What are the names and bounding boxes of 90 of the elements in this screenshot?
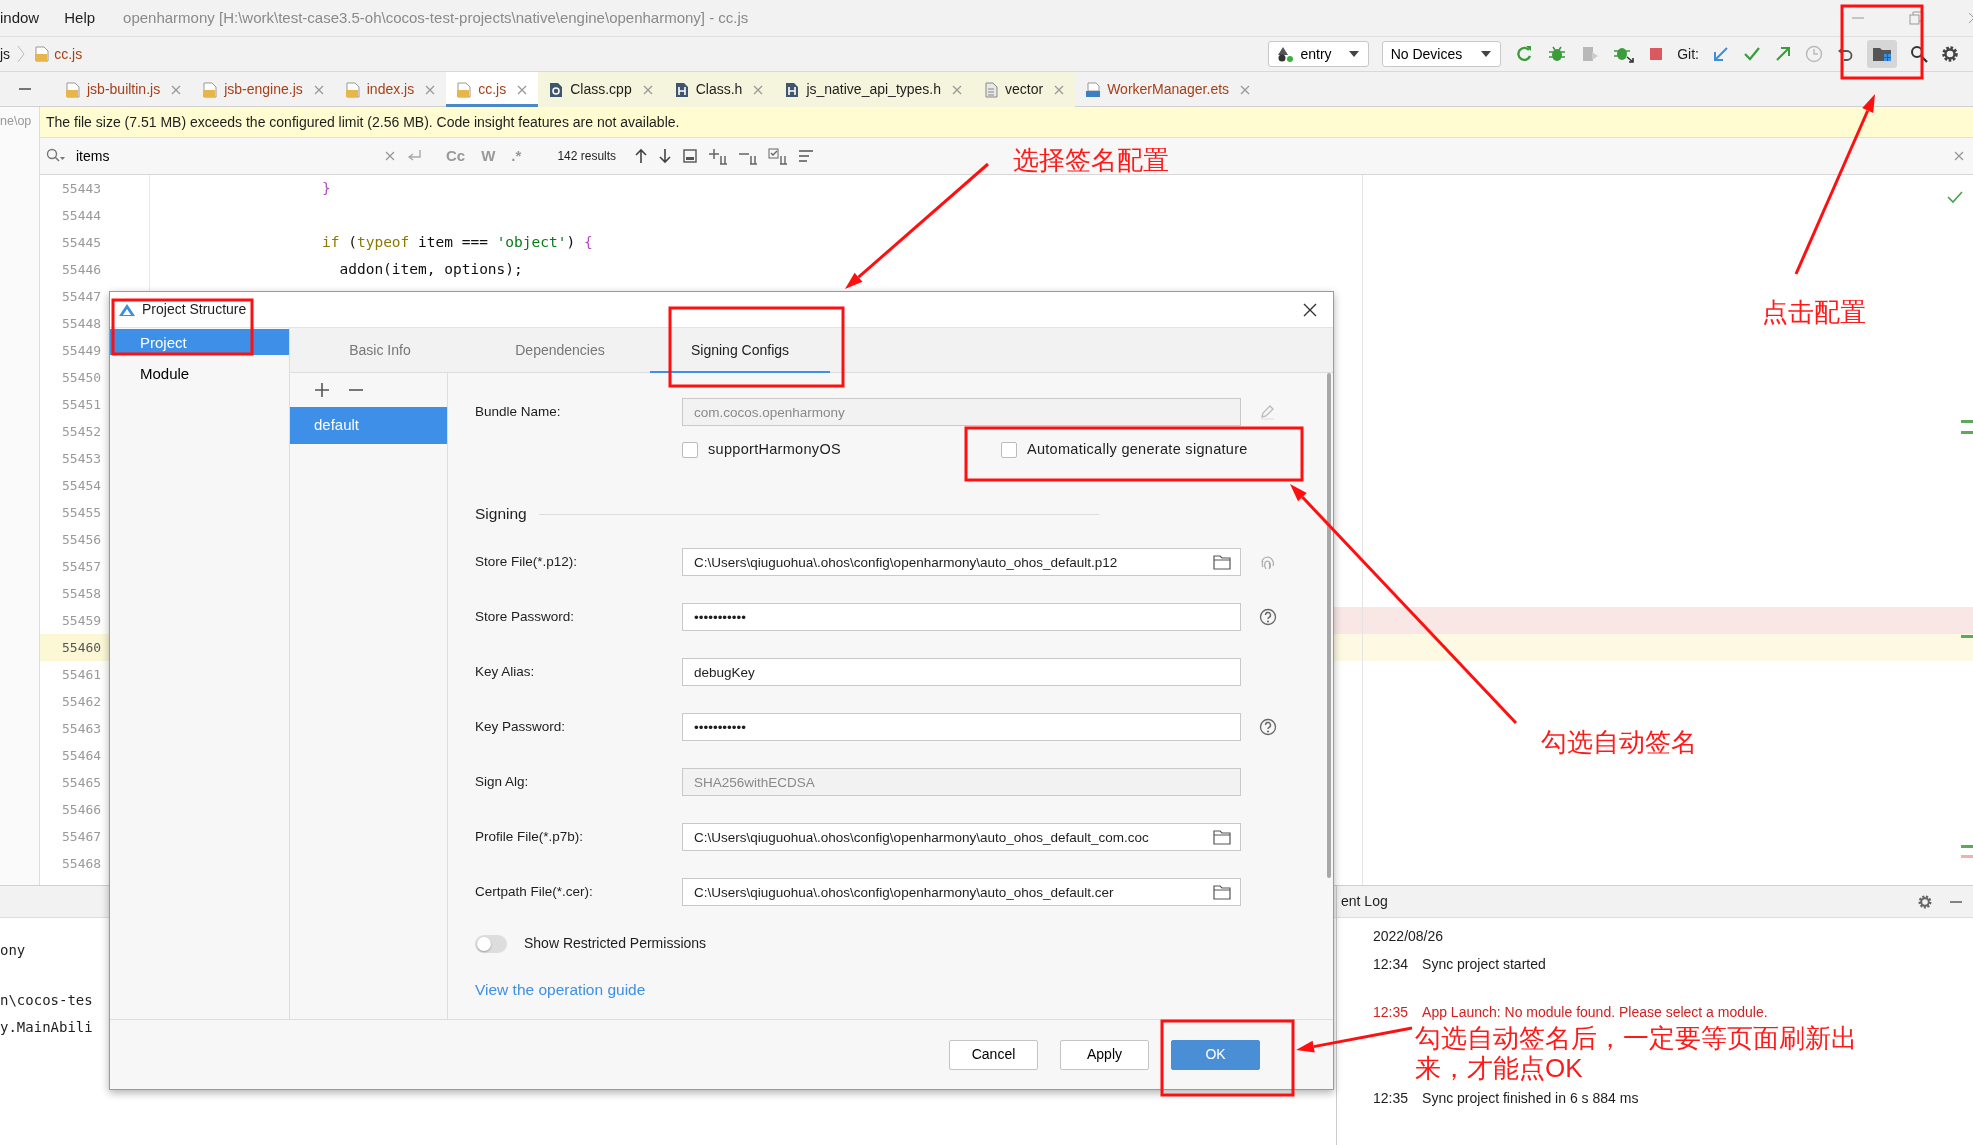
input-field[interactable]: ••••••••••• bbox=[682, 603, 1241, 631]
editor-tab[interactable]: jsb-engine.js bbox=[192, 72, 335, 107]
line-number: 55444 bbox=[62, 208, 102, 223]
dialog-button[interactable]: Cancel bbox=[949, 1039, 1038, 1070]
line-number: 55459 bbox=[62, 613, 102, 628]
line-number: 55449 bbox=[62, 343, 102, 358]
input-field[interactable]: C:\Users\qiuguohua\.ohos\config\openharmony\auto_ohos_default.cer bbox=[682, 878, 1241, 906]
log-message: Sync project started bbox=[1422, 954, 1546, 974]
editor-tab[interactable]: vector bbox=[973, 72, 1076, 107]
sidebar-item[interactable]: Module bbox=[110, 360, 289, 386]
line-number: 55467 bbox=[62, 829, 102, 844]
output-line: y.MainAbili bbox=[0, 1019, 93, 1035]
checkbox[interactable]: supportHarmonyOS bbox=[682, 439, 841, 461]
line-number: 55456 bbox=[62, 532, 102, 547]
field-label: Bundle Name: bbox=[475, 402, 562, 421]
menu-item[interactable]: Help bbox=[64, 6, 96, 30]
input-field[interactable]: debugKey bbox=[682, 658, 1241, 686]
line-number: 55443 bbox=[62, 181, 102, 196]
field-label: Profile File(*.p7b): bbox=[475, 827, 585, 846]
code-line: addon(item, options); bbox=[338, 261, 523, 277]
field-label: Certpath File(*.cer): bbox=[475, 882, 594, 901]
input-field[interactable]: C:\Users\qiuguohua\.ohos\config\openharmony\auto_ohos_default_com.coc bbox=[682, 823, 1241, 851]
annotation-text: 选择签名配置 bbox=[1013, 146, 1169, 176]
log-message: App Launch: No module found. Please select a module. bbox=[1422, 1002, 1768, 1022]
line-number: 55454 bbox=[62, 478, 102, 493]
notice-banner: The file size (7.51 MB) exceeds the configured limit (2.56 MB). Code insight features are not available. bbox=[40, 107, 1973, 138]
run-config-dropdown[interactable]: entry bbox=[1267, 41, 1369, 67]
toggle-label: Show Restricted Permissions bbox=[524, 934, 707, 953]
annotation-text: 勾选自动签名后，一定要等页面刷新出来，才能点OK bbox=[1415, 1024, 1858, 1084]
dialog-button[interactable]: Apply bbox=[1060, 1039, 1149, 1070]
field-label: Sign Alg: bbox=[475, 772, 530, 791]
line-number: 55466 bbox=[62, 802, 102, 817]
line-number: 55462 bbox=[62, 694, 102, 709]
tab[interactable]: Dependencies bbox=[470, 328, 650, 373]
line-number: 55453 bbox=[62, 451, 102, 466]
git-label: Git: bbox=[1677, 44, 1699, 64]
search-field[interactable]: items bbox=[74, 144, 374, 168]
line-number: 55448 bbox=[62, 316, 102, 331]
menu-item[interactable]: indow bbox=[0, 6, 40, 30]
log-time: 12:35 bbox=[1373, 1088, 1409, 1108]
breadcrumb[interactable]: cc.js bbox=[54, 43, 83, 65]
line-number: 55452 bbox=[62, 424, 102, 439]
field-label: Key Alias: bbox=[475, 662, 536, 681]
input-field[interactable]: C:\Users\qiuguohua\.ohos\config\openharmony\auto_ohos_default.p12 bbox=[682, 548, 1241, 576]
line-number: 55463 bbox=[62, 721, 102, 736]
editor-tab[interactable]: jsb-builtin.js bbox=[55, 72, 193, 107]
line-number: 55458 bbox=[62, 586, 102, 601]
log-time: 12:34 bbox=[1373, 954, 1409, 974]
editor-tab[interactable]: Class.h bbox=[663, 72, 775, 107]
panel-title: ent Log bbox=[1341, 892, 1388, 911]
line-number: 55455 bbox=[62, 505, 102, 520]
editor-tab[interactable]: index.js bbox=[334, 72, 447, 107]
output-line: ony bbox=[0, 942, 26, 958]
dialog-title: Project Structure bbox=[142, 300, 247, 319]
editor-tab[interactable]: js_native_api_types.h bbox=[774, 72, 974, 107]
line-number: 55446 bbox=[62, 262, 102, 277]
line-number: 55460 bbox=[62, 640, 102, 655]
field-label: Store Password: bbox=[475, 607, 576, 626]
log-date: 2022/08/26 bbox=[1373, 927, 1444, 946]
section-title: Signing bbox=[475, 504, 527, 525]
window-title: openharmony [H:\work\test-case3.5-oh\cocos-test-projects\native\engine\openharmony] - cc.js bbox=[123, 7, 749, 28]
project-path: ne\op bbox=[0, 113, 32, 130]
output-line: n\cocos-tes bbox=[0, 992, 93, 1008]
annotation-text: 勾选自动签名 bbox=[1541, 728, 1697, 758]
checkbox[interactable]: Automatically generate signature bbox=[1000, 439, 1248, 461]
editor-tab[interactable]: WorkerManager.ets bbox=[1075, 72, 1262, 107]
results-count: 142 results bbox=[557, 148, 617, 165]
input-field[interactable]: ••••••••••• bbox=[682, 713, 1241, 741]
line-number: 55457 bbox=[62, 559, 102, 574]
line-number: 55447 bbox=[62, 289, 102, 304]
device-dropdown[interactable]: No Devices bbox=[1381, 41, 1502, 67]
tab[interactable]: Signing Configs bbox=[650, 328, 830, 373]
log-message: Sync project finished in 6 s 884 ms bbox=[1422, 1088, 1639, 1108]
tab[interactable]: Basic Info bbox=[290, 328, 470, 373]
annotation-text: 点击配置 bbox=[1762, 298, 1866, 328]
breadcrumb[interactable]: js bbox=[0, 43, 11, 65]
field-label: Store File(*.p12): bbox=[475, 552, 579, 571]
code-line: if (typeof item === 'object') { bbox=[322, 234, 593, 250]
log-time: 12:35 bbox=[1373, 1002, 1409, 1022]
editor-tab[interactable]: Class.cpp bbox=[538, 72, 664, 107]
line-number: 55445 bbox=[62, 235, 102, 250]
line-number: 55464 bbox=[62, 748, 102, 763]
line-number: 55461 bbox=[62, 667, 102, 682]
editor-tab[interactable]: cc.js bbox=[446, 72, 539, 107]
line-number: 55450 bbox=[62, 370, 102, 385]
field-label: Key Password: bbox=[475, 717, 567, 736]
line-number: 55465 bbox=[62, 775, 102, 790]
line-number: 55451 bbox=[62, 397, 102, 412]
line-number: 55468 bbox=[62, 856, 102, 871]
code-line: } bbox=[322, 180, 331, 196]
